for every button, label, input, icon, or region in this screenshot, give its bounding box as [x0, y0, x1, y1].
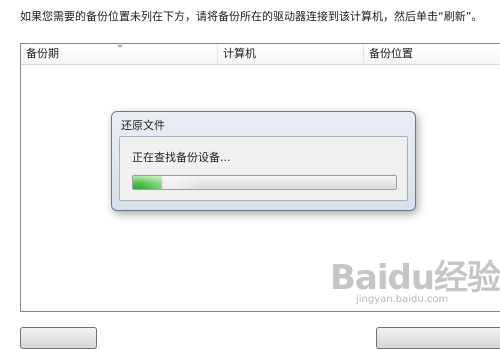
- progress-glow: [141, 176, 201, 189]
- watermark-logo: Baidu经验: [330, 258, 500, 298]
- column-header-computer[interactable]: 计算机: [218, 44, 364, 64]
- list-header: 备份期 计算机 备份位置: [21, 44, 500, 65]
- bottom-left-button[interactable]: [20, 327, 97, 349]
- search-progress-bar: [132, 175, 397, 190]
- column-header-backup-location[interactable]: 备份位置: [364, 44, 500, 64]
- restore-files-dialog: 还原文件 正在查找备份设备...: [111, 111, 416, 211]
- dialog-body: 正在查找备份设备...: [119, 136, 408, 201]
- instruction-text: 如果您需要的备份位置未列在下方，请将备份所在的驱动器连接到该计算机，然后单击“刷…: [20, 10, 483, 23]
- sort-arrow-icon: [117, 45, 123, 48]
- watermark-url: jingyan.baidu.com: [356, 294, 449, 305]
- dialog-title: 还原文件: [121, 119, 165, 132]
- dialog-message: 正在查找备份设备...: [132, 151, 231, 164]
- bottom-right-button[interactable]: [376, 327, 500, 349]
- baidu-jingyan-watermark: Baidu经验 jingyan.baidu.com: [330, 250, 500, 328]
